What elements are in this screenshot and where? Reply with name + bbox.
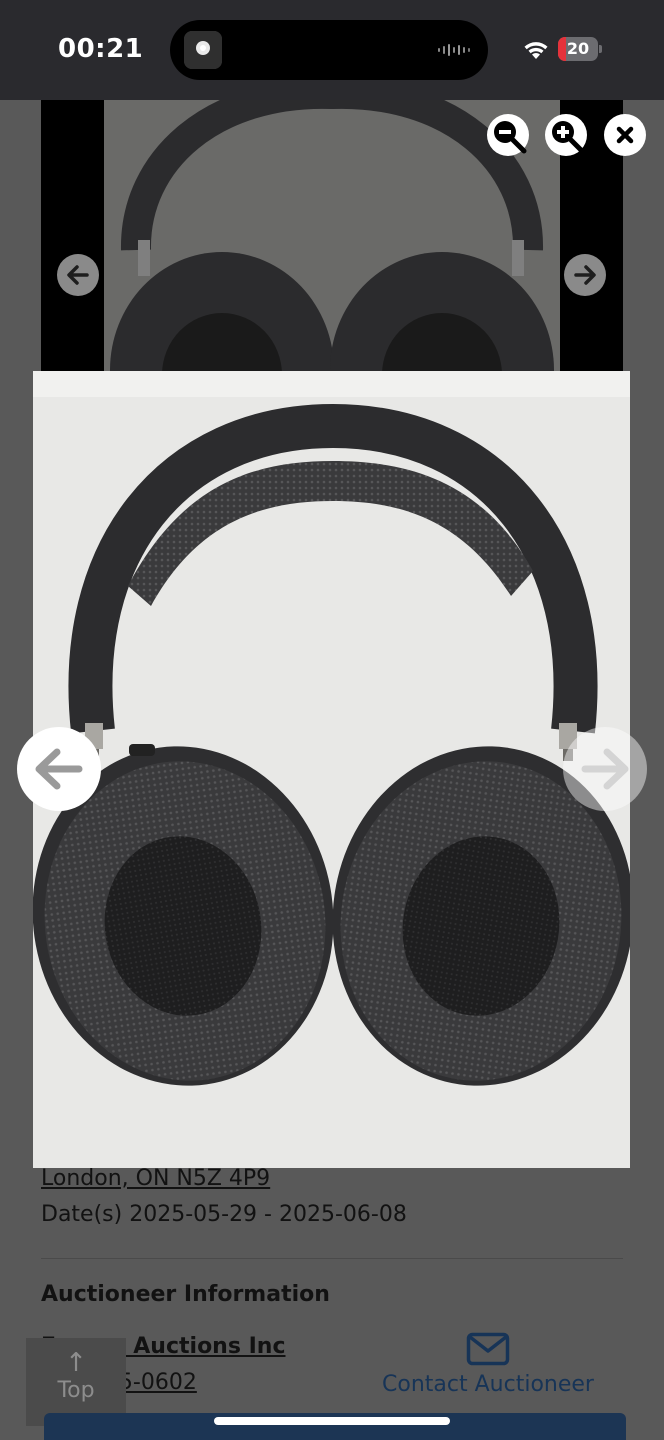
background-gallery: [41, 100, 623, 372]
arrow-right-icon: [581, 748, 629, 790]
battery-level: 20: [566, 39, 590, 58]
status-bar: 00:21 20: [0, 0, 664, 100]
envelope-icon: [466, 1332, 510, 1366]
screen: 00:21 20 London, ON N5Z 4P9 Date(s) 2025…: [0, 0, 664, 1440]
listing-address[interactable]: London, ON N5Z 4P9: [41, 1166, 270, 1191]
zoom-in-icon: [552, 121, 585, 154]
close-icon: [616, 126, 634, 144]
auctioneer-heading: Auctioneer Information: [41, 1282, 330, 1307]
viewer-next-button[interactable]: [563, 727, 647, 811]
viewer-image[interactable]: [33, 371, 630, 1168]
background-next-button: [564, 254, 606, 296]
zoom-out-icon: [494, 121, 527, 154]
dynamic-island[interactable]: [170, 20, 488, 80]
close-viewer-button[interactable]: [604, 114, 646, 156]
arrow-right-icon: [574, 265, 596, 285]
wifi-icon: [522, 38, 550, 60]
background-prev-button: [57, 254, 99, 296]
listing-dates: Date(s) 2025-05-29 - 2025-06-08: [41, 1202, 407, 1227]
status-time: 00:21: [58, 34, 144, 64]
arrow-up-icon: ↑: [65, 1348, 87, 1378]
arrow-left-icon: [67, 265, 89, 285]
section-divider: [41, 1258, 623, 1259]
arrow-left-icon: [35, 748, 83, 790]
battery-icon: 20: [558, 37, 602, 61]
audio-waveform-icon: [438, 42, 470, 58]
viewer-prev-button[interactable]: [17, 727, 101, 811]
contact-auctioneer-button[interactable]: Contact Auctioneer: [372, 1332, 604, 1397]
scroll-top-label: Top: [57, 1378, 95, 1403]
now-playing-thumbnail: [184, 31, 222, 69]
zoom-in-button[interactable]: [545, 114, 587, 156]
zoom-out-button[interactable]: [487, 114, 529, 156]
home-indicator: [214, 1417, 450, 1425]
contact-auctioneer-label: Contact Auctioneer: [382, 1372, 594, 1397]
